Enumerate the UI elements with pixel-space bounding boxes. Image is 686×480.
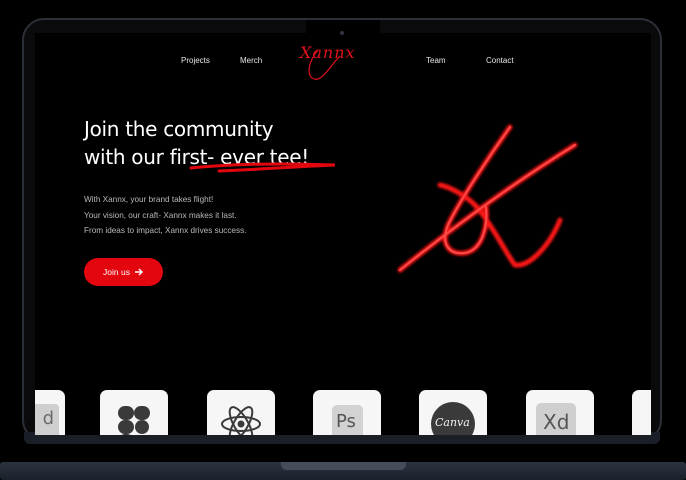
tool-tile-partial [632,390,651,435]
hero-line-3: From ideas to impact, Xannx drives succe… [84,226,247,235]
tool-tile-figma [100,390,168,435]
react-icon [221,406,261,435]
canva-wordmark: Canva [435,416,470,429]
brush-underline-icon [189,162,336,173]
hero-line-2: Your vision, our craft- Xannx makes it l… [84,210,237,220]
adobe-id-letter: d [42,408,54,429]
tool-tile-photoshop: Ps [313,390,381,435]
photoshop-letters: Ps [336,411,356,432]
join-us-button[interactable]: Join us [84,258,163,286]
photoshop-icon: Ps [332,405,363,435]
nav-item-projects[interactable]: Projects [181,56,210,65]
adobe-xd-icon: Xd [536,403,576,435]
website-screen: Projects Merch Team Contact Xannx Join t… [35,33,651,435]
tool-tile-adobe-id: d [35,390,65,435]
logo-swash-icon [308,49,341,80]
adobe-xd-letters: Xd [543,410,570,434]
camera-notch [306,20,380,44]
hero-title-prefix: with our [84,145,170,169]
adobe-id-icon: d [35,404,59,435]
join-us-label: Join us [103,267,130,277]
hero-title-line1: Join the community [84,117,274,141]
laptop-base-notch [281,462,406,470]
nav-item-contact[interactable]: Contact [486,56,514,65]
canva-icon: Canva [431,402,475,435]
tool-tile-canva: Canva [419,390,487,435]
camera-icon [340,31,344,35]
tool-tile-react [207,390,275,435]
arrow-right-icon [134,268,143,276]
figma-icon [118,406,150,435]
hero-line-1: With Xannx, your brand takes flight! [84,195,214,204]
tool-tile-adobe-xd: Xd [526,390,594,435]
nav-item-team[interactable]: Team [426,56,446,65]
xannx-brush-mark-icon [397,124,578,273]
hero-description: With Xannx, your brand takes flight! You… [84,192,246,239]
nav-item-merch[interactable]: Merch [240,56,262,65]
